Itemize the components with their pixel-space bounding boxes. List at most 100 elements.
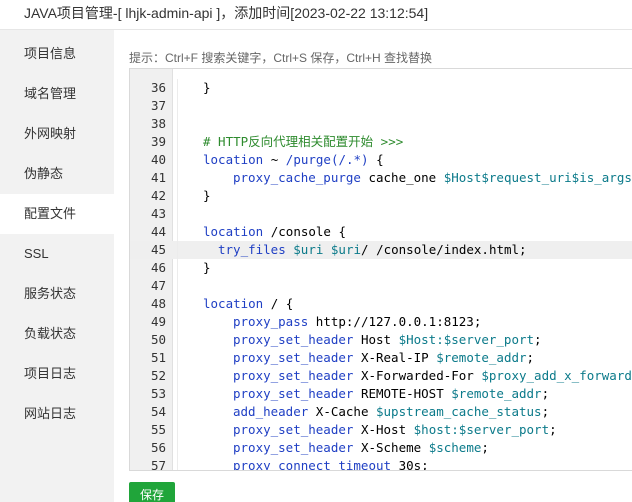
code-token: proxy_set_header	[233, 386, 354, 401]
line-number: 42	[150, 188, 166, 203]
code-line[interactable]: 40 location ~ /purge(/.*) {	[130, 151, 632, 169]
line-number: 36	[150, 80, 166, 95]
code-text: }	[203, 187, 211, 205]
code-text: add_header X-Cache $upstream_cache_statu…	[233, 403, 549, 421]
indent-guide	[177, 367, 178, 385]
code-token: proxy_connect_timeout	[233, 458, 392, 471]
code-line[interactable]: 42}	[130, 187, 632, 205]
code-token: X-Scheme	[353, 440, 429, 455]
line-number: 44	[150, 224, 166, 239]
code-token: X-Cache	[308, 404, 376, 419]
code-token: location	[203, 224, 264, 239]
indent-guide	[177, 349, 178, 367]
code-token: ~	[263, 152, 286, 167]
code-token: proxy_set_header	[233, 440, 354, 455]
code-text: proxy_set_header REMOTE-HOST $remote_add…	[233, 385, 549, 403]
line-number: 51	[150, 350, 166, 365]
sidebar-item[interactable]: 域名管理	[0, 74, 114, 114]
code-line[interactable]: 56 proxy_set_header X-Scheme $scheme;	[130, 439, 632, 457]
code-token: {	[368, 152, 384, 167]
code-token: proxy_set_header	[233, 422, 354, 437]
code-token: ;	[534, 332, 542, 347]
line-number: 46	[150, 260, 166, 275]
code-line[interactable]: 48 location / {	[130, 295, 632, 313]
code-line[interactable]: 50 proxy_set_header Host $Host:$server_po…	[130, 331, 632, 349]
code-token: location	[203, 152, 264, 167]
code-token: / {	[263, 296, 294, 311]
sidebar-item[interactable]: 外网映射	[0, 114, 114, 154]
code-token: cache_one	[360, 170, 444, 185]
code-token: proxy_cache_purge	[233, 170, 361, 185]
save-button[interactable]: 保存	[129, 482, 175, 502]
code-text: proxy_cache_purge cache_one $Host$reques…	[233, 169, 632, 187]
indent-guide	[177, 133, 178, 151]
code-token: $Host$request_uri$is_args$args	[443, 170, 632, 185]
indent-guide	[177, 457, 178, 470]
code-line[interactable]: 38	[130, 115, 632, 133]
code-token: X-Forwarded-For	[353, 368, 482, 383]
code-token: $Host:$server_port	[398, 332, 535, 347]
sidebar-item[interactable]: 服务状态	[0, 274, 114, 314]
sidebar-item[interactable]: 配置文件	[0, 194, 114, 234]
indent-guide	[177, 241, 178, 259]
indent-guide	[177, 169, 178, 187]
code-line[interactable]: 36}	[130, 79, 632, 97]
code-token: }	[203, 188, 211, 203]
code-line[interactable]: 44 location /console {	[130, 223, 632, 241]
code-line[interactable]: 52 proxy_set_header X-Forwarded-For $prox…	[130, 367, 632, 385]
code-token: proxy_pass	[233, 314, 309, 329]
indent-guide	[177, 331, 178, 349]
sidebar-item[interactable]: 网站日志	[0, 394, 114, 434]
code-line[interactable]: 54 add_header X-Cache $upstream_cache_sta…	[130, 403, 632, 421]
code-token: $remote_addr	[436, 350, 527, 365]
indent-guide	[177, 115, 178, 133]
code-line[interactable]: 47	[130, 277, 632, 295]
code-line[interactable]: 46}	[130, 259, 632, 277]
code-line[interactable]: 39 # HTTP反向代理相关配置开始 >>>	[130, 133, 632, 151]
sidebar-item[interactable]: 伪静态	[0, 154, 114, 194]
code-line[interactable]: 55 proxy_set_header X-Host $host:$server_…	[130, 421, 632, 439]
line-number: 52	[150, 368, 166, 383]
code-token: $uri	[330, 242, 362, 257]
indent-guide	[177, 295, 178, 313]
indent-guide	[177, 439, 178, 457]
line-number: 56	[150, 440, 166, 455]
code-token: http://127.0.0.1:8123;	[308, 314, 482, 329]
code-token: }	[203, 260, 211, 275]
sidebar-item[interactable]: 项目信息	[0, 34, 114, 74]
code-line[interactable]: 45 try_files $uri $uri/ /console/index.ht…	[130, 241, 632, 259]
line-number: 54	[150, 404, 166, 419]
line-number: 37	[150, 98, 166, 113]
code-line[interactable]: 41 proxy_cache_purge cache_one $Host$requ…	[130, 169, 632, 187]
indent-guide	[177, 421, 178, 439]
indent-guide	[177, 403, 178, 421]
code-token: proxy_set_header	[233, 332, 354, 347]
code-line[interactable]: 57 proxy_connect_timeout 30s;	[130, 457, 632, 471]
line-number: 39	[150, 134, 166, 149]
code-token: /purge(/.*)	[285, 152, 369, 167]
sidebar-item[interactable]: 负载状态	[0, 314, 114, 354]
line-number: 50	[150, 332, 166, 347]
indent-guide	[177, 259, 178, 277]
code-text: proxy_set_header X-Host $host:$server_po…	[233, 421, 557, 439]
code-line[interactable]: 49 proxy_pass http://127.0.0.1:8123;	[130, 313, 632, 331]
code-line[interactable]: 37	[130, 97, 632, 115]
code-token: 30s;	[391, 458, 429, 471]
code-token: # HTTP反向代理相关配置开始 >>>	[203, 134, 404, 149]
code-text: }	[203, 259, 211, 277]
code-line[interactable]: 53 proxy_set_header REMOTE-HOST $remote_a…	[130, 385, 632, 403]
code-token: add_header	[233, 404, 309, 419]
code-text: location /console {	[203, 223, 346, 241]
sidebar-item[interactable]: SSL	[0, 234, 114, 274]
code-text: proxy_set_header X-Real-IP $remote_addr;	[233, 349, 534, 367]
code-text: location ~ /purge(/.*) {	[203, 151, 384, 169]
code-line[interactable]: 43	[130, 205, 632, 223]
code-token: $upstream_cache_status	[376, 404, 542, 419]
sidebar-item[interactable]: 项目日志	[0, 354, 114, 394]
code-text: proxy_connect_timeout 30s;	[233, 457, 429, 471]
code-editor[interactable]: 36} 37 38 39 # HTTP反向代理相关配置开始 >>> 40 location …	[129, 68, 632, 471]
line-number: 55	[150, 422, 166, 437]
code-token: X-Host	[353, 422, 414, 437]
code-line[interactable]: 51 proxy_set_header X-Real-IP $remote_add…	[130, 349, 632, 367]
